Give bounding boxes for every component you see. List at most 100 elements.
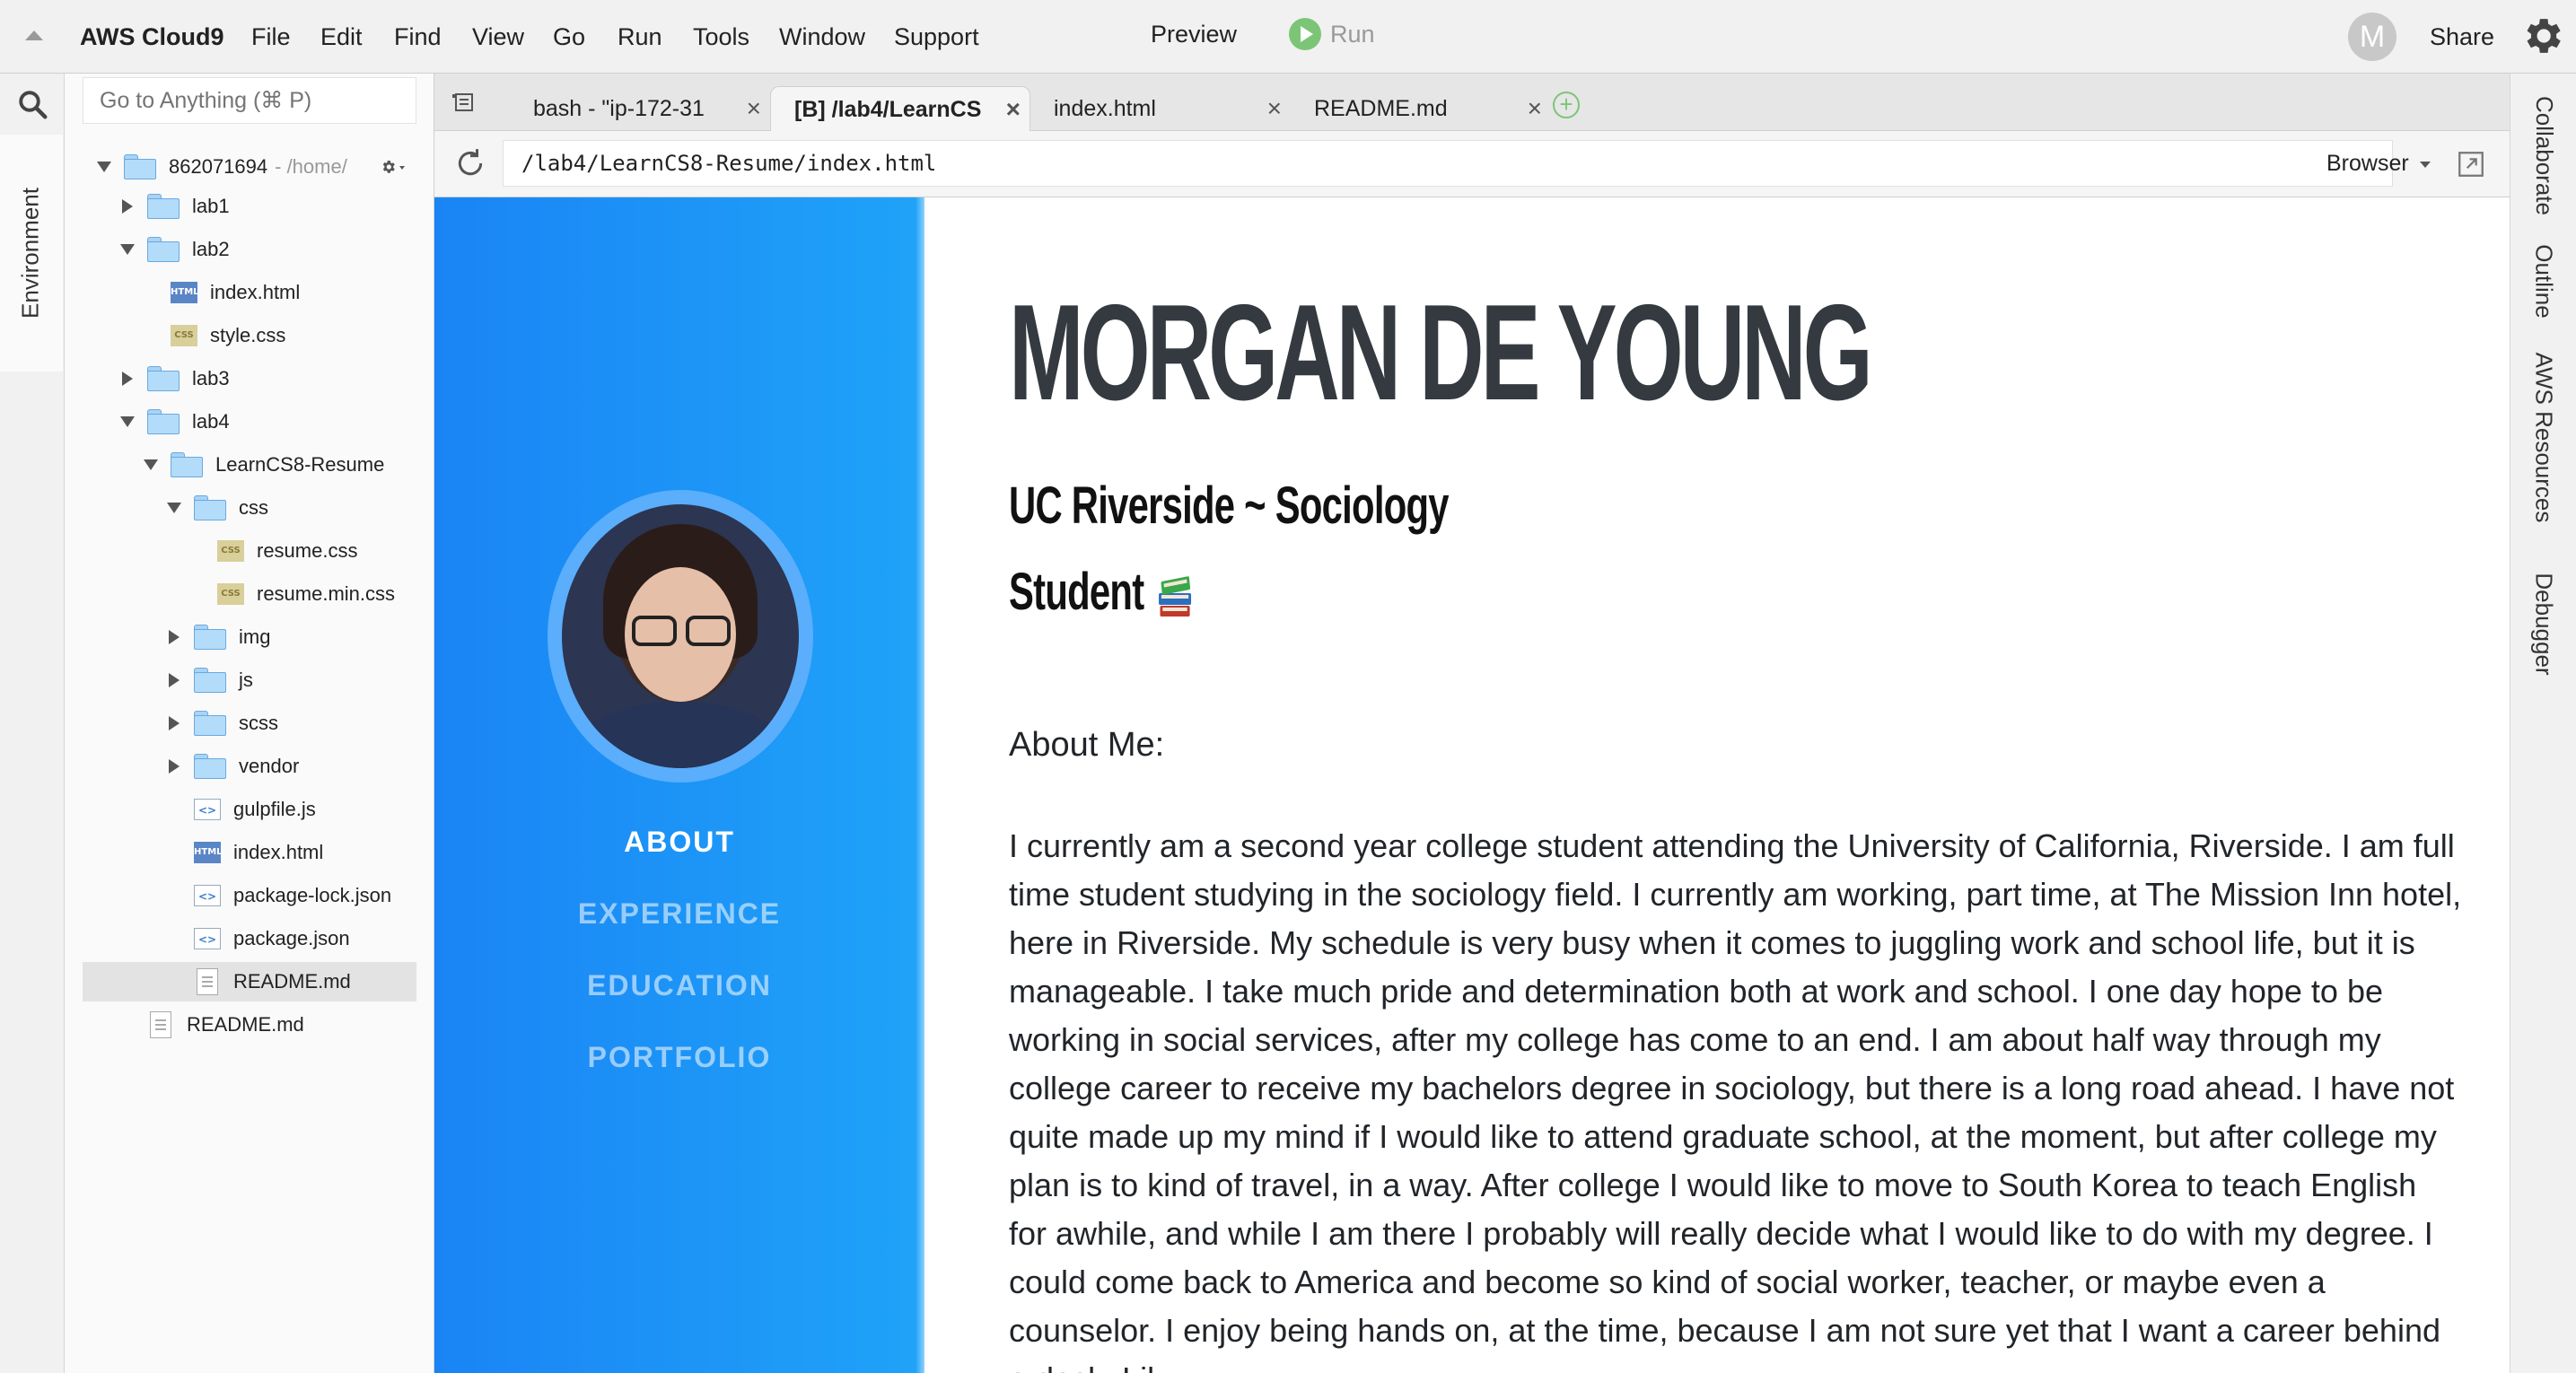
tree-folder-item[interactable]: lab3 xyxy=(83,359,416,398)
js-file-icon xyxy=(194,799,221,820)
folder-icon xyxy=(194,754,226,779)
tree-folder-item[interactable]: lab1 xyxy=(83,187,416,226)
outline-tab-label: Outline xyxy=(2530,243,2558,319)
aws-resources-tab[interactable]: AWS Resources xyxy=(2510,352,2576,522)
url-input[interactable]: /lab4/LearnCS8-Resume/index.html xyxy=(503,140,2393,187)
close-icon[interactable]: × xyxy=(1528,86,1542,131)
menu-run[interactable]: Run xyxy=(618,22,662,52)
tree-settings-gear-icon[interactable] xyxy=(379,153,407,181)
reload-icon[interactable] xyxy=(452,145,488,181)
close-icon[interactable]: × xyxy=(1006,87,1021,131)
nav-portfolio[interactable]: PORTFOLIO xyxy=(434,1041,924,1074)
collaborate-tab[interactable]: Collaborate xyxy=(2510,86,2576,224)
tree-file-item[interactable]: package.json xyxy=(83,919,416,958)
css-file-icon: CSS xyxy=(217,583,244,605)
folder-icon xyxy=(194,711,226,736)
close-icon[interactable]: × xyxy=(747,86,761,131)
tree-folder-item[interactable]: scss xyxy=(83,704,416,743)
collapse-menu-icon[interactable] xyxy=(25,31,43,40)
tree-file-item[interactable]: README.md xyxy=(83,962,416,1001)
tree-file-item[interactable]: CSS resume.css xyxy=(83,531,416,571)
menu-view[interactable]: View xyxy=(472,22,524,52)
menu-go[interactable]: Go xyxy=(553,22,585,52)
tree-folder-item[interactable]: css xyxy=(83,488,416,528)
nav-experience[interactable]: EXPERIENCE xyxy=(434,897,924,931)
tree-file-item[interactable]: README.md xyxy=(83,1005,416,1045)
about-me-label: About Me: xyxy=(1009,726,1165,764)
tree-item-label: resume.min.css xyxy=(257,582,396,605)
nav-about[interactable]: ABOUT xyxy=(434,826,924,859)
tab-readme[interactable]: README.md × xyxy=(1291,86,1551,131)
environment-tab-label: Environment xyxy=(16,188,44,319)
tab-browser-label: [B] /lab4/LearnCS xyxy=(794,97,982,122)
navigate-tabs-icon[interactable] xyxy=(451,92,476,113)
expanded-arrow-icon[interactable] xyxy=(120,416,135,427)
tree-folder-item[interactable]: vendor xyxy=(83,747,416,786)
nav-education[interactable]: EDUCATION xyxy=(434,969,924,1002)
play-icon xyxy=(1289,18,1321,50)
collapsed-arrow-icon[interactable] xyxy=(122,199,133,214)
html-file-icon: HTML xyxy=(171,282,199,303)
menu-find[interactable]: Find xyxy=(394,22,442,52)
menu-edit[interactable]: Edit xyxy=(320,22,363,52)
tree-folder-item[interactable]: img xyxy=(83,617,416,657)
menu-support[interactable]: Support xyxy=(894,22,979,52)
share-button[interactable]: Share xyxy=(2430,22,2494,52)
add-tab-plus-icon[interactable]: + xyxy=(1553,92,1580,118)
debugger-tab[interactable]: Debugger xyxy=(2510,565,2576,682)
environment-tab[interactable]: Environment xyxy=(0,135,63,372)
tree-folder-item[interactable]: js xyxy=(83,660,416,700)
tree-file-item[interactable]: CSS resume.min.css xyxy=(83,574,416,614)
collapsed-arrow-icon[interactable] xyxy=(122,372,133,386)
go-to-anything-input[interactable] xyxy=(83,77,416,124)
menu-bar: AWS Cloud9 File Edit Find View Go Run To… xyxy=(0,0,2576,74)
md-file-icon xyxy=(197,968,218,995)
profile-photo-frame xyxy=(548,490,813,783)
tree-file-item[interactable]: CSS style.css xyxy=(83,316,416,355)
tree-file-item[interactable]: gulpfile.js xyxy=(83,790,416,829)
expanded-arrow-icon[interactable] xyxy=(167,503,181,513)
close-icon[interactable]: × xyxy=(1267,86,1282,131)
expanded-arrow-icon[interactable] xyxy=(97,162,111,172)
folder-icon xyxy=(147,409,180,434)
pop-out-icon[interactable] xyxy=(2456,149,2486,179)
tree-item-label: resume.css xyxy=(257,539,358,562)
browser-select[interactable]: Browser xyxy=(2326,147,2431,179)
tree-file-item[interactable]: HTML index.html xyxy=(83,833,416,872)
folder-icon xyxy=(124,154,156,179)
tree-folder-item[interactable]: lab4 xyxy=(83,402,416,442)
tree-root[interactable]: 862071694 - /home/ xyxy=(83,147,416,187)
tab-browser-preview[interactable]: [B] /lab4/LearnCS × xyxy=(770,86,1030,131)
tree-file-item[interactable]: HTML index.html xyxy=(83,273,416,312)
collapsed-arrow-icon[interactable] xyxy=(169,759,180,774)
tab-index-html[interactable]: index.html × xyxy=(1030,86,1291,131)
tree-item-label: scss xyxy=(239,712,278,734)
expanded-arrow-icon[interactable] xyxy=(120,244,135,255)
run-button[interactable]: Run xyxy=(1289,16,1375,52)
collapsed-arrow-icon[interactable] xyxy=(169,673,180,687)
menu-file[interactable]: File xyxy=(251,22,291,52)
tab-bash-terminal[interactable]: bash - "ip-172-31 × xyxy=(510,86,770,131)
app-brand[interactable]: AWS Cloud9 xyxy=(80,22,224,52)
collapsed-arrow-icon[interactable] xyxy=(169,630,180,644)
js-file-icon xyxy=(194,928,221,949)
preferences-gear-icon[interactable] xyxy=(2519,13,2565,59)
collaborate-tab-label: Collaborate xyxy=(2530,95,2558,215)
menu-tools[interactable]: Tools xyxy=(693,22,749,52)
tree-folder-item[interactable]: lab2 xyxy=(83,230,416,269)
resume-subtitle-line2: Student xyxy=(1009,562,1195,623)
tree-item-label: package.json xyxy=(233,927,350,949)
profile-photo xyxy=(562,504,799,768)
user-avatar[interactable]: M xyxy=(2348,13,2396,61)
menu-window[interactable]: Window xyxy=(779,22,865,52)
photo-shirt xyxy=(571,702,790,768)
expanded-arrow-icon[interactable] xyxy=(144,459,158,470)
folder-icon xyxy=(171,452,203,477)
tree-folder-item[interactable]: LearnCS8-Resume xyxy=(83,445,416,485)
outline-tab[interactable]: Outline xyxy=(2510,240,2576,321)
tree-file-item[interactable]: package-lock.json xyxy=(83,876,416,915)
search-icon[interactable] xyxy=(16,88,48,120)
collapsed-arrow-icon[interactable] xyxy=(169,716,180,730)
preview-button[interactable]: Preview xyxy=(1151,18,1237,50)
tree-item-label: img xyxy=(239,625,271,648)
